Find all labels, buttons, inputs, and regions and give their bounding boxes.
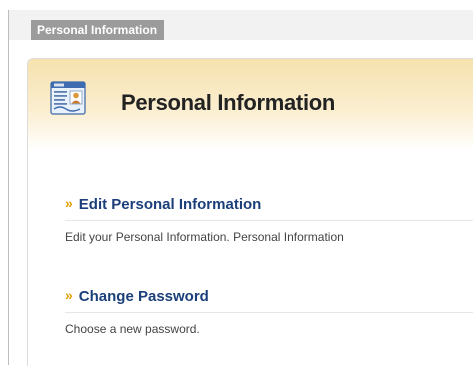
id-card-icon (50, 81, 86, 115)
page-frame: Personal Information Personal Informatio… (0, 0, 473, 366)
section-edit-personal-information: » Edit Personal Information Edit your Per… (65, 195, 473, 244)
change-password-label[interactable]: Change Password (79, 288, 209, 305)
page-title: Personal Information (121, 90, 336, 115)
edit-personal-information-description: Edit your Personal Information. Personal… (65, 230, 344, 244)
change-password-link[interactable]: » Change Password (65, 287, 473, 309)
divider (65, 220, 473, 221)
chevron-right-icon: » (65, 195, 73, 211)
breadcrumb-current[interactable]: Personal Information (31, 20, 165, 40)
frame-left-edge (8, 10, 9, 365)
chevron-right-icon: » (65, 287, 73, 303)
edit-personal-information-link[interactable]: » Edit Personal Information (65, 195, 473, 217)
content-panel: Personal Information » Edit Personal Info… (27, 58, 473, 366)
section-change-password: » Change Password Choose a new password. (65, 287, 473, 336)
change-password-description: Choose a new password. (65, 322, 200, 336)
edit-personal-information-label[interactable]: Edit Personal Information (79, 196, 262, 213)
divider (65, 312, 473, 313)
page-header: Personal Information (28, 59, 473, 151)
